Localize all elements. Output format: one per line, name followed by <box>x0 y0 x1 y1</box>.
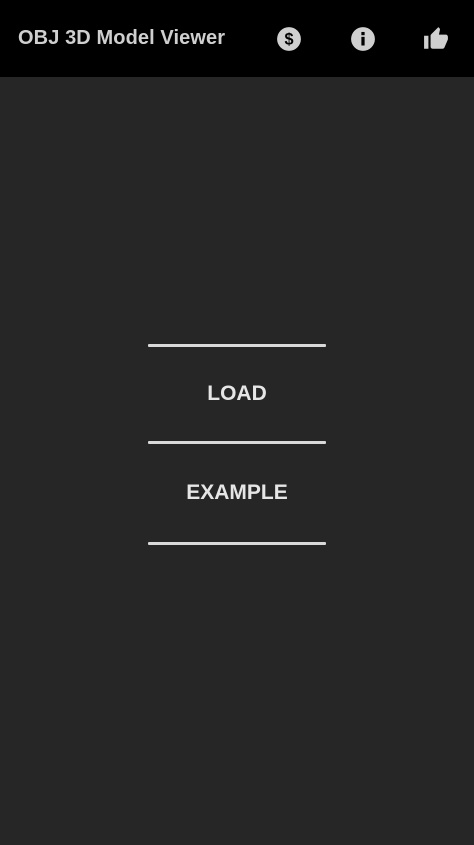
example-button[interactable]: EXAMPLE <box>148 444 326 542</box>
load-button[interactable]: LOAD <box>148 347 326 441</box>
app-bar: OBJ 3D Model Viewer $ <box>0 0 474 77</box>
main-menu: LOAD EXAMPLE <box>148 344 326 545</box>
divider-bottom <box>148 542 326 545</box>
svg-text:$: $ <box>284 30 293 48</box>
info-icon[interactable] <box>349 25 377 53</box>
app-title: OBJ 3D Model Viewer <box>18 27 226 49</box>
thumbs-up-icon[interactable] <box>422 25 450 53</box>
dollar-icon[interactable]: $ <box>275 25 303 53</box>
